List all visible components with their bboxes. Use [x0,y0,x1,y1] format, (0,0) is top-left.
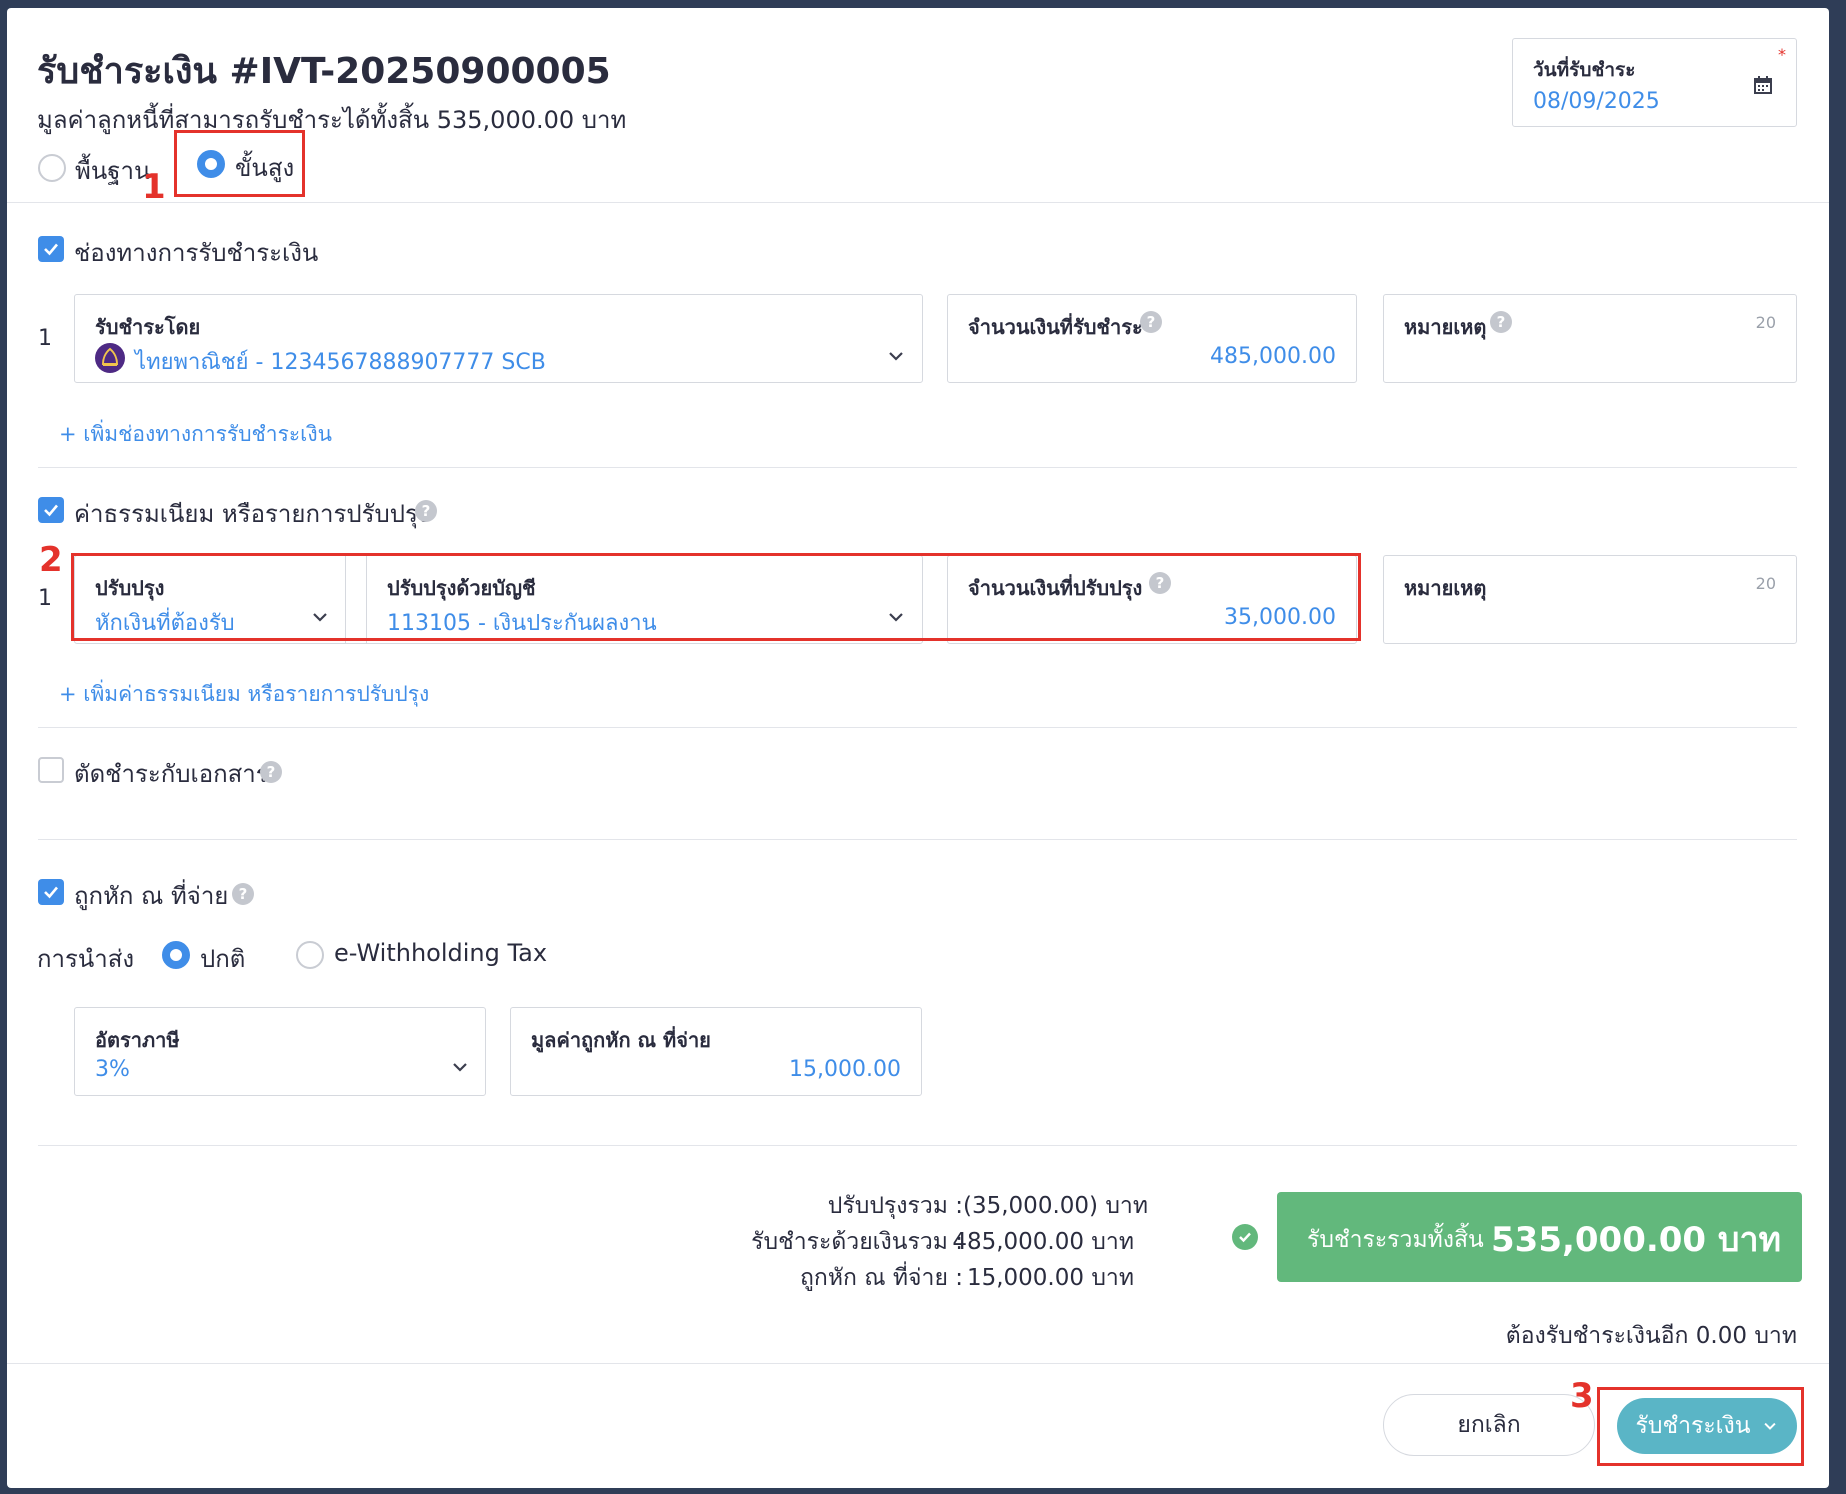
paid-by-value: ไทยพาณิชย์ - 1234567888907777 SCB [135,350,546,375]
submit-ewht-radio[interactable] [296,941,324,969]
wht-amount-label: มูลค่าถูกหัก ณ ที่จ่าย [531,1028,711,1052]
withholding-label: ถูกหัก ณ ที่จ่าย [74,882,229,910]
payment-channel-checkbox[interactable] [38,236,64,262]
payment-row-index: 1 [38,326,52,351]
withholding-checkbox[interactable] [38,879,64,905]
total-paid-label: รับชำระรวมทั้งสิ้น [1307,1227,1484,1253]
receivable-amount-text: มูลค่าลูกหนี้ที่สามารถรับชำระได้ทั้งสิ้น… [37,106,627,134]
paid-by-select[interactable]: รับชำระโดย ไทยพาณิชย์ - 1234567888907777… [74,294,923,383]
help-icon[interactable]: ? [1490,311,1512,333]
fee-row-index: 1 [38,586,52,611]
summary-adjust-label: ปรับปรุงรวม : [827,1193,963,1219]
tax-rate-label: อัตราภาษี [95,1028,180,1052]
total-paid-value: 535,000.00 บาท [1491,1220,1782,1260]
submit-ewht-label: e-Withholding Tax [334,939,548,967]
add-payment-channel-link[interactable]: + เพิ่มช่องทางการรับชำระเงิน [59,418,332,451]
annotation-number-1: 1 [142,167,166,207]
divider [38,839,1797,840]
add-fee-link[interactable]: + เพิ่มค่าธรรมเนียม หรือรายการปรับปรุง [59,678,429,711]
wht-amount-value: 15,000.00 [789,1057,901,1082]
payment-channel-label: ช่องทางการรับชำระเงิน [74,239,319,267]
payment-note-field[interactable]: หมายเหตุ ? 20 [1383,294,1797,383]
divider [38,467,1797,468]
summary-wht-value: 15,000.00 บาท [966,1265,1134,1291]
page-title: รับชำระเงิน #IVT-20250900005 [37,51,611,92]
total-paid-box: รับชำระรวมทั้งสิ้น 535,000.00 บาท [1277,1192,1802,1282]
paid-amount-field[interactable]: จำนวนเงินที่รับชำระ ? 485,000.00 [947,294,1357,383]
fees-checkbox[interactable] [38,497,64,523]
summary-adjust-value: (35,000.00) บาท [963,1193,1148,1219]
tax-rate-select[interactable]: อัตราภาษี 3% [74,1007,486,1096]
chevron-down-icon [889,352,903,361]
payment-date-value: 08/09/2025 [1533,89,1660,114]
paid-amount-value: 485,000.00 [1210,344,1336,369]
divider [38,727,1797,728]
fee-note-label: หมายเหตุ [1404,576,1487,600]
fee-note-field[interactable]: หมายเหตุ 20 [1383,555,1797,644]
help-icon[interactable]: ? [1140,311,1162,333]
summary-paid-value: 485,000.00 บาท [952,1229,1134,1255]
scb-bank-icon [95,343,125,373]
annotation-box-3 [1597,1387,1804,1466]
mode-basic-radio[interactable] [38,154,66,182]
help-icon[interactable]: ? [260,761,282,783]
payment-date-label: วันที่รับชำระ [1533,59,1636,81]
mode-basic-label: พื้นฐาน [75,157,151,185]
annotation-number-3: 3 [1570,1376,1594,1416]
calendar-icon[interactable] [1753,75,1773,95]
check-icon [44,504,58,517]
cancel-button[interactable]: ยกเลิก [1383,1394,1595,1456]
annotation-box-2 [71,553,1361,641]
divider [7,1363,1829,1364]
check-icon [44,886,58,899]
annotation-number-2: 2 [39,540,63,580]
tax-rate-value: 3% [95,1057,130,1082]
paid-amount-label: จำนวนเงินที่รับชำระ [968,315,1143,339]
summary-wht-label: ถูกหัก ณ ที่จ่าย : [800,1265,963,1291]
chevron-down-icon [453,1063,467,1072]
paid-by-label: รับชำระโดย [95,315,201,339]
help-icon[interactable]: ? [415,500,437,522]
note-char-counter: 20 [1755,574,1776,593]
offset-label: ตัดชำระกับเอกสาร [74,760,269,788]
offset-checkbox[interactable] [38,757,64,783]
summary-paid-label: รับชำระด้วยเงินรวม : [751,1229,963,1255]
submit-normal-radio[interactable] [162,941,190,969]
divider [38,1145,1797,1146]
payment-note-label: หมายเหตุ [1404,315,1487,339]
fees-label: ค่าธรรมเนียม หรือรายการปรับปรุง [74,500,430,528]
check-icon [44,243,58,256]
remaining-amount-text: ต้องรับชำระเงินอีก 0.00 บาท [1505,1323,1797,1349]
help-icon[interactable]: ? [232,883,254,905]
note-char-counter: 20 [1755,313,1776,332]
submit-normal-label: ปกติ [200,945,246,973]
payment-date-field[interactable]: วันที่รับชำระ * 08/09/2025 [1512,38,1797,127]
payment-modal: รับชำระเงิน #IVT-20250900005 มูลค่าลูกหน… [7,8,1829,1488]
wht-amount-field[interactable]: มูลค่าถูกหัก ณ ที่จ่าย 15,000.00 [510,1007,922,1096]
submit-method-label: การนำส่ง [37,945,135,973]
check-circle-icon [1232,1224,1258,1250]
required-mark: * [1778,45,1786,64]
annotation-box-1 [174,130,305,197]
divider [7,202,1829,203]
